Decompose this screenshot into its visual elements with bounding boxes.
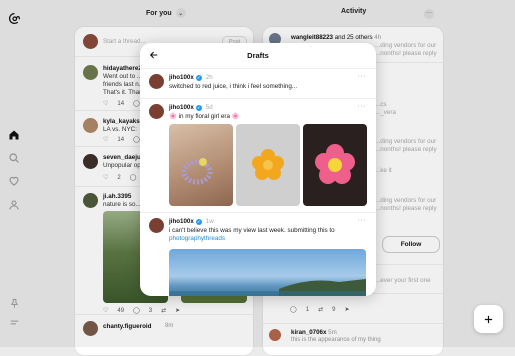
draft-text: 🌸 in my floral girl era 🌸: [169, 113, 240, 120]
draft-text: switched to red juice, i think i feel so…: [169, 83, 298, 90]
more-icon[interactable]: ···: [358, 217, 367, 224]
draft-text: i can't believe this was my view last we…: [169, 227, 369, 243]
more-icon[interactable]: ···: [358, 103, 367, 110]
draft-time: 1w: [205, 218, 214, 225]
draft-item[interactable]: jiho100x ✓ 1w ··· i can't believe this w…: [140, 213, 376, 296]
draft-photo-landscape[interactable]: [169, 249, 366, 296]
draft-photo-ring[interactable]: [169, 124, 233, 206]
drafts-title: Drafts: [247, 51, 269, 60]
avatar: [149, 218, 164, 233]
draft-username[interactable]: jiho100x: [169, 74, 194, 81]
repost-count: 9: [332, 306, 336, 313]
draft-header: jiho100x ✓ 1w: [169, 218, 214, 225]
draft-time: 2h: [205, 74, 213, 81]
draft-stats: ◯ 1 ⇄ 9 ➤: [290, 306, 349, 314]
draft-header: jiho100x ✓ 5d: [169, 104, 213, 111]
topic-link[interactable]: photographythreads: [169, 235, 225, 242]
draft-username[interactable]: jiho100x: [169, 104, 194, 111]
verified-badge-icon: ✓: [195, 218, 202, 225]
draft-photo-earring[interactable]: [303, 124, 367, 206]
draft-header: jiho100x ✓ 2h: [169, 74, 213, 81]
drafts-modal: Drafts jiho100x ✓ 2h ··· switched to red…: [140, 43, 376, 296]
repost-icon[interactable]: ⇄: [318, 306, 323, 313]
avatar: [149, 104, 164, 119]
draft-item[interactable]: jiho100x ✓ 5d ··· 🌸 in my floral girl er…: [140, 99, 376, 213]
draft-item[interactable]: jiho100x ✓ 2h ··· switched to red juice,…: [140, 69, 376, 99]
draft-time: 5d: [205, 104, 213, 111]
avatar: [149, 74, 164, 89]
draft-photo-flower[interactable]: [236, 124, 300, 206]
verified-badge-icon: ✓: [195, 104, 202, 111]
share-icon[interactable]: ➤: [344, 306, 349, 313]
draft-username[interactable]: jiho100x: [169, 218, 194, 225]
more-icon[interactable]: ···: [358, 73, 367, 80]
reply-icon[interactable]: ◯: [290, 306, 297, 313]
draft-text-body: i can't believe this was my view last we…: [169, 227, 335, 234]
verified-badge-icon: ✓: [195, 74, 202, 81]
reply-count: 1: [305, 306, 310, 313]
new-thread-button[interactable]: [474, 305, 503, 333]
drafts-header: Drafts: [140, 43, 376, 69]
